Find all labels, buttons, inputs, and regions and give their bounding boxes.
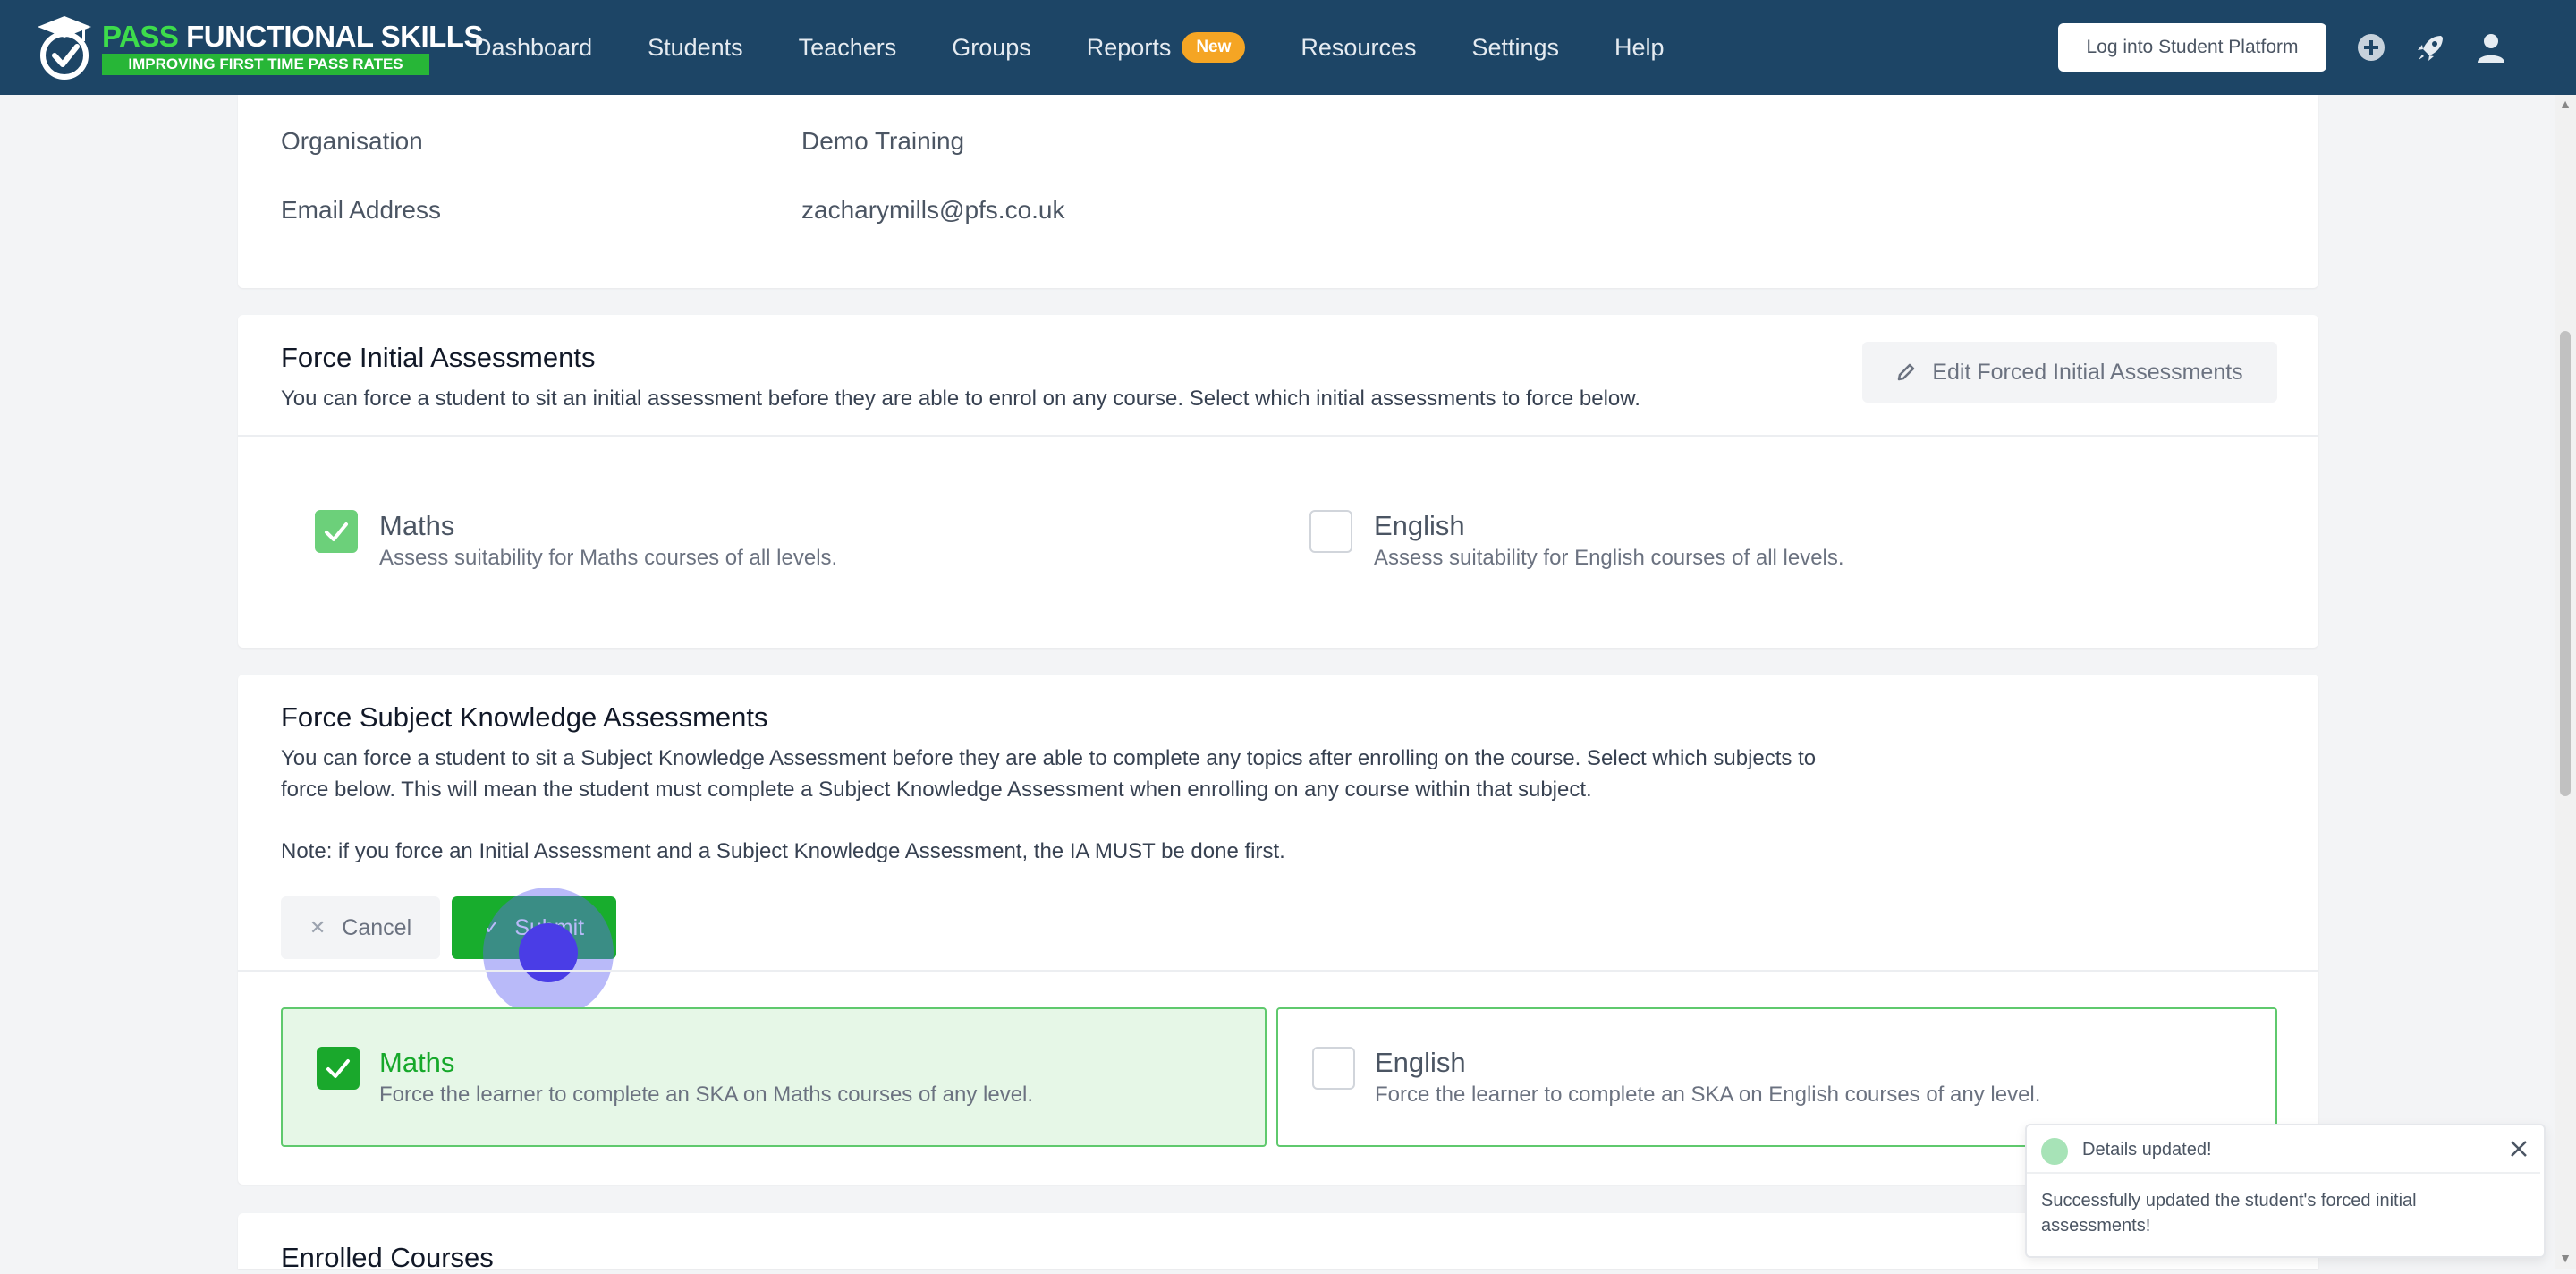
scroll-down-arrow-icon[interactable]: ▼ (2558, 1251, 2572, 1265)
success-indicator-icon (2041, 1138, 2068, 1165)
cancel-button[interactable]: ✕ Cancel (281, 896, 440, 959)
nav-teachers[interactable]: Teachers (799, 34, 897, 62)
user-icon[interactable] (2474, 30, 2508, 64)
brand-logo[interactable]: PASS FUNCTIONAL SKILLS IMPROVING FIRST T… (36, 14, 483, 81)
email-label: Email Address (281, 196, 441, 224)
brand-tagline: IMPROVING FIRST TIME PASS RATES (102, 54, 429, 75)
enrolled-courses-title: Enrolled Courses (281, 1242, 494, 1273)
maths-ska-title: Maths (379, 1047, 455, 1078)
maths-initial-checkbox[interactable] (315, 510, 358, 553)
organisation-label: Organisation (281, 127, 423, 155)
toast-header: Details updated! (2027, 1125, 2540, 1174)
enrolled-courses-card: Enrolled Courses (238, 1213, 2318, 1273)
maths-initial-title: Maths (379, 510, 455, 541)
maths-ska-description: Force the learner to complete an SKA on … (379, 1083, 1034, 1107)
close-icon: ✕ (309, 916, 326, 939)
notification-toast: Details updated! Successfully updated th… (2025, 1124, 2546, 1258)
force-ska-card: Force Subject Knowledge Assessments You … (238, 675, 2318, 1185)
english-ska-description: Force the learner to complete an SKA on … (1375, 1083, 2041, 1107)
maths-ska-option[interactable]: Maths Force the learner to complete an S… (281, 1007, 1267, 1147)
scroll-up-arrow-icon[interactable]: ▲ (2558, 97, 2572, 111)
scrollbar-thumb[interactable] (2560, 331, 2571, 796)
login-student-platform-button[interactable]: Log into Student Platform (2058, 23, 2326, 72)
maths-ska-checkbox[interactable] (317, 1047, 360, 1090)
divider (238, 435, 2318, 437)
click-indicator-dot (519, 923, 578, 982)
english-initial-title: English (1374, 510, 1465, 541)
section-description: You can force a student to sit an initia… (281, 386, 1640, 411)
english-ska-checkbox[interactable] (1312, 1047, 1355, 1090)
email-value: zacharymills@pfs.co.uk (801, 196, 1065, 224)
nav-reports[interactable]: Reports New (1087, 32, 1246, 63)
section-description-line2: force below. This will mean the student … (281, 777, 1592, 802)
edit-forced-initial-assessments-button[interactable]: Edit Forced Initial Assessments (1862, 342, 2277, 403)
nav-groups[interactable]: Groups (952, 34, 1031, 62)
section-title: Force Initial Assessments (281, 342, 596, 373)
main-nav: Dashboard Students Teachers Groups Repor… (474, 0, 1720, 95)
top-navbar: PASS FUNCTIONAL SKILLS IMPROVING FIRST T… (0, 0, 2576, 95)
brand-title: PASS FUNCTIONAL SKILLS (102, 20, 483, 53)
close-icon[interactable] (2506, 1136, 2531, 1161)
english-ska-title: English (1375, 1047, 1466, 1078)
nav-help[interactable]: Help (1614, 34, 1665, 62)
pencil-icon (1898, 363, 1915, 381)
student-details-card: Organisation Demo Training Email Address… (238, 95, 2318, 288)
force-initial-assessments-card: Force Initial Assessments You can force … (238, 315, 2318, 648)
nav-students[interactable]: Students (648, 34, 743, 62)
english-initial-description: Assess suitability for English courses o… (1374, 546, 1844, 570)
toast-title: Details updated! (2082, 1140, 2212, 1159)
section-description-line1: You can force a student to sit a Subject… (281, 746, 1817, 770)
check-icon (325, 522, 348, 541)
nav-resources[interactable]: Resources (1301, 34, 1416, 62)
check-icon (326, 1059, 350, 1078)
nav-dashboard[interactable]: Dashboard (474, 34, 592, 62)
organisation-value: Demo Training (801, 127, 965, 155)
plus-circle-icon[interactable] (2354, 30, 2388, 64)
section-note: Note: if you force an Initial Assessment… (281, 839, 1285, 863)
section-title: Force Subject Knowledge Assessments (281, 701, 768, 733)
maths-initial-description: Assess suitability for Maths courses of … (379, 546, 838, 570)
divider (238, 970, 2318, 972)
nav-settings[interactable]: Settings (1471, 34, 1559, 62)
english-initial-checkbox[interactable] (1309, 510, 1352, 553)
rocket-icon[interactable] (2414, 30, 2448, 64)
toast-message: Successfully updated the student's force… (2041, 1191, 2417, 1236)
logo-check-icon (38, 16, 91, 80)
new-badge: New (1182, 32, 1246, 63)
